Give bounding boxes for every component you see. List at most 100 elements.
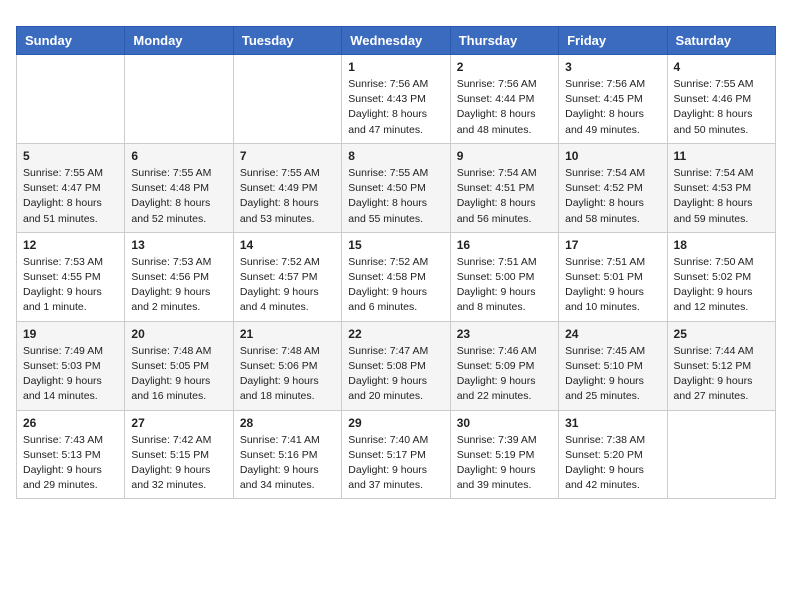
- calendar-header-row: SundayMondayTuesdayWednesdayThursdayFrid…: [17, 27, 776, 55]
- day-number: 11: [674, 149, 769, 163]
- day-info: Sunrise: 7:55 AM Sunset: 4:47 PM Dayligh…: [23, 166, 118, 227]
- calendar-week-2: 5 Sunrise: 7:55 AM Sunset: 4:47 PM Daylig…: [17, 143, 776, 232]
- day-info: Sunrise: 7:54 AM Sunset: 4:51 PM Dayligh…: [457, 166, 552, 227]
- calendar-cell: 15 Sunrise: 7:52 AM Sunset: 4:58 PM Dayli…: [342, 232, 450, 321]
- day-number: 29: [348, 416, 443, 430]
- day-info: Sunrise: 7:50 AM Sunset: 5:02 PM Dayligh…: [674, 255, 769, 316]
- day-info: Sunrise: 7:41 AM Sunset: 5:16 PM Dayligh…: [240, 433, 335, 494]
- day-number: 5: [23, 149, 118, 163]
- day-info: Sunrise: 7:53 AM Sunset: 4:56 PM Dayligh…: [131, 255, 226, 316]
- day-info: Sunrise: 7:42 AM Sunset: 5:15 PM Dayligh…: [131, 433, 226, 494]
- day-number: 3: [565, 60, 660, 74]
- day-number: 21: [240, 327, 335, 341]
- day-info: Sunrise: 7:48 AM Sunset: 5:06 PM Dayligh…: [240, 344, 335, 405]
- day-number: 14: [240, 238, 335, 252]
- day-info: Sunrise: 7:48 AM Sunset: 5:05 PM Dayligh…: [131, 344, 226, 405]
- day-number: 31: [565, 416, 660, 430]
- day-info: Sunrise: 7:56 AM Sunset: 4:45 PM Dayligh…: [565, 77, 660, 138]
- calendar-cell: 3 Sunrise: 7:56 AM Sunset: 4:45 PM Daylig…: [559, 55, 667, 144]
- day-number: 15: [348, 238, 443, 252]
- day-number: 4: [674, 60, 769, 74]
- day-info: Sunrise: 7:56 AM Sunset: 4:43 PM Dayligh…: [348, 77, 443, 138]
- calendar-cell: 17 Sunrise: 7:51 AM Sunset: 5:01 PM Dayli…: [559, 232, 667, 321]
- day-info: Sunrise: 7:51 AM Sunset: 5:00 PM Dayligh…: [457, 255, 552, 316]
- day-info: Sunrise: 7:38 AM Sunset: 5:20 PM Dayligh…: [565, 433, 660, 494]
- calendar-cell: 29 Sunrise: 7:40 AM Sunset: 5:17 PM Dayli…: [342, 410, 450, 499]
- calendar-cell: [17, 55, 125, 144]
- day-number: 24: [565, 327, 660, 341]
- day-number: 19: [23, 327, 118, 341]
- calendar-cell: 7 Sunrise: 7:55 AM Sunset: 4:49 PM Daylig…: [233, 143, 341, 232]
- day-number: 10: [565, 149, 660, 163]
- calendar-cell: [233, 55, 341, 144]
- calendar-cell: 12 Sunrise: 7:53 AM Sunset: 4:55 PM Dayli…: [17, 232, 125, 321]
- day-number: 8: [348, 149, 443, 163]
- day-number: 9: [457, 149, 552, 163]
- day-info: Sunrise: 7:55 AM Sunset: 4:49 PM Dayligh…: [240, 166, 335, 227]
- calendar-cell: 9 Sunrise: 7:54 AM Sunset: 4:51 PM Daylig…: [450, 143, 558, 232]
- calendar-cell: 18 Sunrise: 7:50 AM Sunset: 5:02 PM Dayli…: [667, 232, 775, 321]
- day-number: 2: [457, 60, 552, 74]
- calendar-cell: 16 Sunrise: 7:51 AM Sunset: 5:00 PM Dayli…: [450, 232, 558, 321]
- day-info: Sunrise: 7:52 AM Sunset: 4:57 PM Dayligh…: [240, 255, 335, 316]
- calendar-cell: 21 Sunrise: 7:48 AM Sunset: 5:06 PM Dayli…: [233, 321, 341, 410]
- calendar-week-4: 19 Sunrise: 7:49 AM Sunset: 5:03 PM Dayli…: [17, 321, 776, 410]
- calendar-cell: 25 Sunrise: 7:44 AM Sunset: 5:12 PM Dayli…: [667, 321, 775, 410]
- calendar-cell: 19 Sunrise: 7:49 AM Sunset: 5:03 PM Dayli…: [17, 321, 125, 410]
- calendar-week-1: 1 Sunrise: 7:56 AM Sunset: 4:43 PM Daylig…: [17, 55, 776, 144]
- day-info: Sunrise: 7:55 AM Sunset: 4:46 PM Dayligh…: [674, 77, 769, 138]
- weekday-header-sunday: Sunday: [17, 27, 125, 55]
- day-info: Sunrise: 7:44 AM Sunset: 5:12 PM Dayligh…: [674, 344, 769, 405]
- weekday-header-tuesday: Tuesday: [233, 27, 341, 55]
- calendar-cell: 6 Sunrise: 7:55 AM Sunset: 4:48 PM Daylig…: [125, 143, 233, 232]
- day-number: 26: [23, 416, 118, 430]
- day-info: Sunrise: 7:40 AM Sunset: 5:17 PM Dayligh…: [348, 433, 443, 494]
- weekday-header-saturday: Saturday: [667, 27, 775, 55]
- calendar-cell: 26Sunrise: 7:43 AM Sunset: 5:13 PM Dayli…: [17, 410, 125, 499]
- calendar-cell: 8 Sunrise: 7:55 AM Sunset: 4:50 PM Daylig…: [342, 143, 450, 232]
- weekday-header-friday: Friday: [559, 27, 667, 55]
- day-info: Sunrise: 7:49 AM Sunset: 5:03 PM Dayligh…: [23, 344, 118, 405]
- calendar-cell: 28 Sunrise: 7:41 AM Sunset: 5:16 PM Dayli…: [233, 410, 341, 499]
- calendar-week-3: 12 Sunrise: 7:53 AM Sunset: 4:55 PM Dayli…: [17, 232, 776, 321]
- day-info: Sunrise: 7:54 AM Sunset: 4:52 PM Dayligh…: [565, 166, 660, 227]
- day-number: 27: [131, 416, 226, 430]
- day-info: Sunrise: 7:51 AM Sunset: 5:01 PM Dayligh…: [565, 255, 660, 316]
- calendar-cell: [125, 55, 233, 144]
- day-info: Sunrise: 7:47 AM Sunset: 5:08 PM Dayligh…: [348, 344, 443, 405]
- day-number: 16: [457, 238, 552, 252]
- day-number: 28: [240, 416, 335, 430]
- day-number: 18: [674, 238, 769, 252]
- day-number: 22: [348, 327, 443, 341]
- calendar-cell: [667, 410, 775, 499]
- calendar-cell: 1 Sunrise: 7:56 AM Sunset: 4:43 PM Daylig…: [342, 55, 450, 144]
- day-info: Sunrise: 7:52 AM Sunset: 4:58 PM Dayligh…: [348, 255, 443, 316]
- day-info: Sunrise: 7:45 AM Sunset: 5:10 PM Dayligh…: [565, 344, 660, 405]
- calendar-cell: 2 Sunrise: 7:56 AM Sunset: 4:44 PM Daylig…: [450, 55, 558, 144]
- calendar-table: SundayMondayTuesdayWednesdayThursdayFrid…: [16, 26, 776, 499]
- day-number: 30: [457, 416, 552, 430]
- day-info: Sunrise: 7:55 AM Sunset: 4:50 PM Dayligh…: [348, 166, 443, 227]
- day-number: 17: [565, 238, 660, 252]
- day-info: Sunrise: 7:56 AM Sunset: 4:44 PM Dayligh…: [457, 77, 552, 138]
- day-number: 12: [23, 238, 118, 252]
- day-number: 23: [457, 327, 552, 341]
- calendar-cell: 27 Sunrise: 7:42 AM Sunset: 5:15 PM Dayli…: [125, 410, 233, 499]
- calendar-cell: 22 Sunrise: 7:47 AM Sunset: 5:08 PM Dayli…: [342, 321, 450, 410]
- day-number: 20: [131, 327, 226, 341]
- day-number: 1: [348, 60, 443, 74]
- calendar-cell: 4 Sunrise: 7:55 AM Sunset: 4:46 PM Daylig…: [667, 55, 775, 144]
- calendar-cell: 31 Sunrise: 7:38 AM Sunset: 5:20 PM Dayli…: [559, 410, 667, 499]
- day-number: 25: [674, 327, 769, 341]
- day-info: Sunrise: 7:53 AM Sunset: 4:55 PM Dayligh…: [23, 255, 118, 316]
- calendar-cell: 30Sunrise: 7:39 AM Sunset: 5:19 PM Dayli…: [450, 410, 558, 499]
- weekday-header-monday: Monday: [125, 27, 233, 55]
- day-number: 7: [240, 149, 335, 163]
- calendar-cell: 20 Sunrise: 7:48 AM Sunset: 5:05 PM Dayli…: [125, 321, 233, 410]
- day-info: Sunrise: 7:46 AM Sunset: 5:09 PM Dayligh…: [457, 344, 552, 405]
- day-info: Sunrise: 7:55 AM Sunset: 4:48 PM Dayligh…: [131, 166, 226, 227]
- day-info: Sunrise: 7:54 AM Sunset: 4:53 PM Dayligh…: [674, 166, 769, 227]
- day-number: 6: [131, 149, 226, 163]
- calendar-cell: 5 Sunrise: 7:55 AM Sunset: 4:47 PM Daylig…: [17, 143, 125, 232]
- calendar-cell: 23 Sunrise: 7:46 AM Sunset: 5:09 PM Dayli…: [450, 321, 558, 410]
